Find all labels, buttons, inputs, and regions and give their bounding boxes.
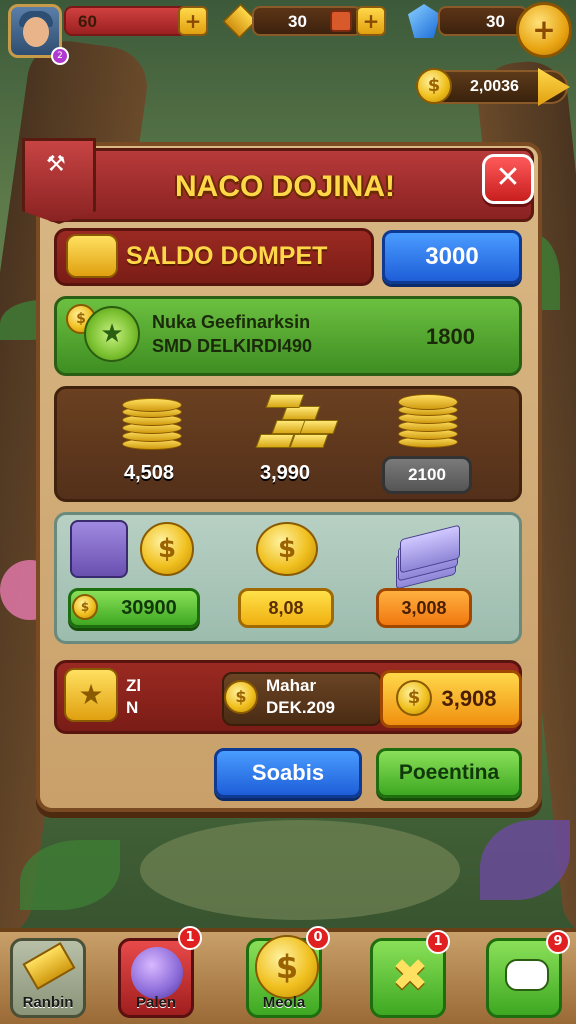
gold-bars-value: 30 (288, 12, 307, 31)
coin-icon: $ (224, 680, 258, 714)
pack-value-1: 4,508 (124, 462, 175, 484)
dialog-title: NACO DOJINA! (174, 170, 395, 203)
pack-button-3[interactable]: 2100 (382, 456, 472, 494)
gold-bars-icon (248, 390, 339, 452)
coin-stack-icon (66, 234, 118, 278)
dice-icon (330, 10, 352, 32)
add-hearts-button[interactable]: + (178, 6, 208, 36)
card-icon (70, 520, 128, 578)
nav-item-meola[interactable]: $ Meola (246, 935, 322, 1018)
leaf-decoration (480, 820, 570, 900)
saldo-button[interactable]: 3000 (382, 230, 522, 284)
notification-badge: 1 (178, 926, 202, 950)
gems-counter: 30 (438, 6, 528, 36)
coin-icon: $ (396, 680, 432, 716)
add-gems-button[interactable]: + (516, 2, 572, 58)
crossed-tools-icon: ✖ (391, 950, 429, 1001)
coin-icon: $ (140, 522, 194, 576)
shop-button-3[interactable]: 3,008 (376, 588, 472, 628)
saldo-label: SALDO DOMPET (126, 242, 328, 270)
coin-icon: $ (416, 68, 452, 104)
ground-path (140, 820, 460, 920)
reward-left-line-2: N (126, 698, 139, 717)
shop-button-2[interactable]: 8,08 (238, 588, 334, 628)
top-hud: 2 60 + 30 + 30 + 2,0036 $ (0, 0, 576, 110)
nav-label: Palen (135, 994, 177, 1011)
cash-stack-icon (396, 524, 462, 590)
nav-item-ranking[interactable]: Ranbin (10, 938, 86, 1018)
notification-badge: 0 (306, 926, 330, 950)
hearts-value: 60 (78, 12, 97, 31)
left-action-button[interactable]: Soabis (214, 748, 362, 798)
flag-ribbon (22, 138, 96, 224)
avatar-face (23, 17, 49, 47)
offer-line-1: Nuka Geefinarksin (152, 312, 311, 332)
reward-mid-line-1: Mahar (266, 676, 317, 695)
gold-bar-icon (22, 942, 76, 990)
star-chest-icon: ★ (64, 668, 118, 722)
coin-stack-icon (398, 390, 458, 450)
gems-value: 30 (486, 12, 505, 31)
coin-balance-value: 2,0036 (470, 78, 519, 95)
level-badge: 2 (51, 47, 69, 65)
notification-badge: 9 (546, 930, 570, 954)
hammer-icon: ⚒ (46, 152, 66, 177)
add-gold-button[interactable]: + (356, 6, 386, 36)
star-coin-icon: ★ (84, 306, 140, 362)
nav-item-palen[interactable]: Palen (118, 938, 194, 1018)
nav-label: Meola (262, 994, 306, 1011)
reward-left-line-1: Zl (126, 676, 142, 695)
coin-icon: $ (256, 522, 318, 576)
alien-icon (131, 947, 183, 999)
nav-label: Ranbin (22, 994, 74, 1011)
player-avatar[interactable]: 2 (8, 4, 69, 65)
offer-value: 1800 (426, 324, 475, 349)
reward-mid-line-2: DEK.209 (266, 698, 335, 717)
chat-bubble-icon (505, 959, 549, 991)
pack-value-2: 3,990 (260, 462, 311, 484)
offer-line-2: SMD DELKIRDI490 (152, 336, 313, 356)
notification-badge: 1 (426, 930, 450, 954)
close-button[interactable]: ✕ (482, 154, 534, 204)
coin-stack-icon (122, 392, 182, 452)
blue-gem-icon (408, 4, 440, 38)
right-action-button[interactable]: Poeentina (376, 748, 522, 798)
coin-icon: $ (72, 594, 98, 620)
